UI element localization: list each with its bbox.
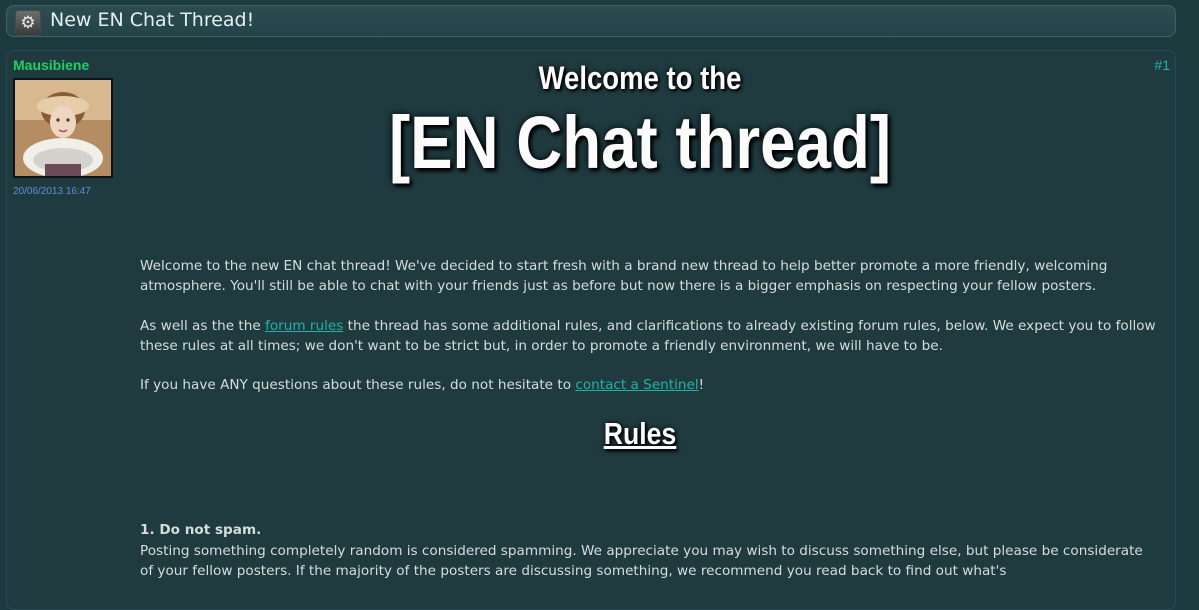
- rule-1-text: Posting something completely random is c…: [140, 543, 1143, 579]
- thread-title-bar: ⚙ New EN Chat Thread!: [6, 5, 1176, 37]
- avatar-portrait-image: [15, 80, 111, 176]
- paragraph-rules-intro: As well as the the forum rules the threa…: [140, 316, 1160, 356]
- post-number-link[interactable]: #1: [1154, 57, 1170, 73]
- banner-welcome-line: Welcome to the: [538, 60, 742, 96]
- paragraph-questions: If you have ANY questions about these ru…: [140, 375, 1160, 395]
- post-date: 20/06/2013 16:47: [13, 186, 91, 197]
- gear-icon[interactable]: ⚙: [15, 10, 41, 36]
- banner-title: [EN Chat thread]: [388, 101, 892, 184]
- rules-heading: Rules: [603, 416, 677, 451]
- paragraph-text: As well as the the: [140, 318, 266, 334]
- post-author[interactable]: Mausibiene: [13, 57, 89, 73]
- rule-1-title: 1. Do not spam.: [140, 522, 262, 538]
- contact-sentinel-link[interactable]: contact a Sentinel: [575, 377, 698, 393]
- intro-paragraph: Welcome to the new EN chat thread! We've…: [140, 258, 1108, 294]
- avatar[interactable]: [13, 78, 113, 178]
- forum-rules-link[interactable]: forum rules: [265, 318, 343, 334]
- paragraph-text: If you have ANY questions about these ru…: [140, 377, 576, 393]
- thread-title: New EN Chat Thread!: [50, 9, 255, 31]
- paragraph-text: !: [698, 377, 705, 393]
